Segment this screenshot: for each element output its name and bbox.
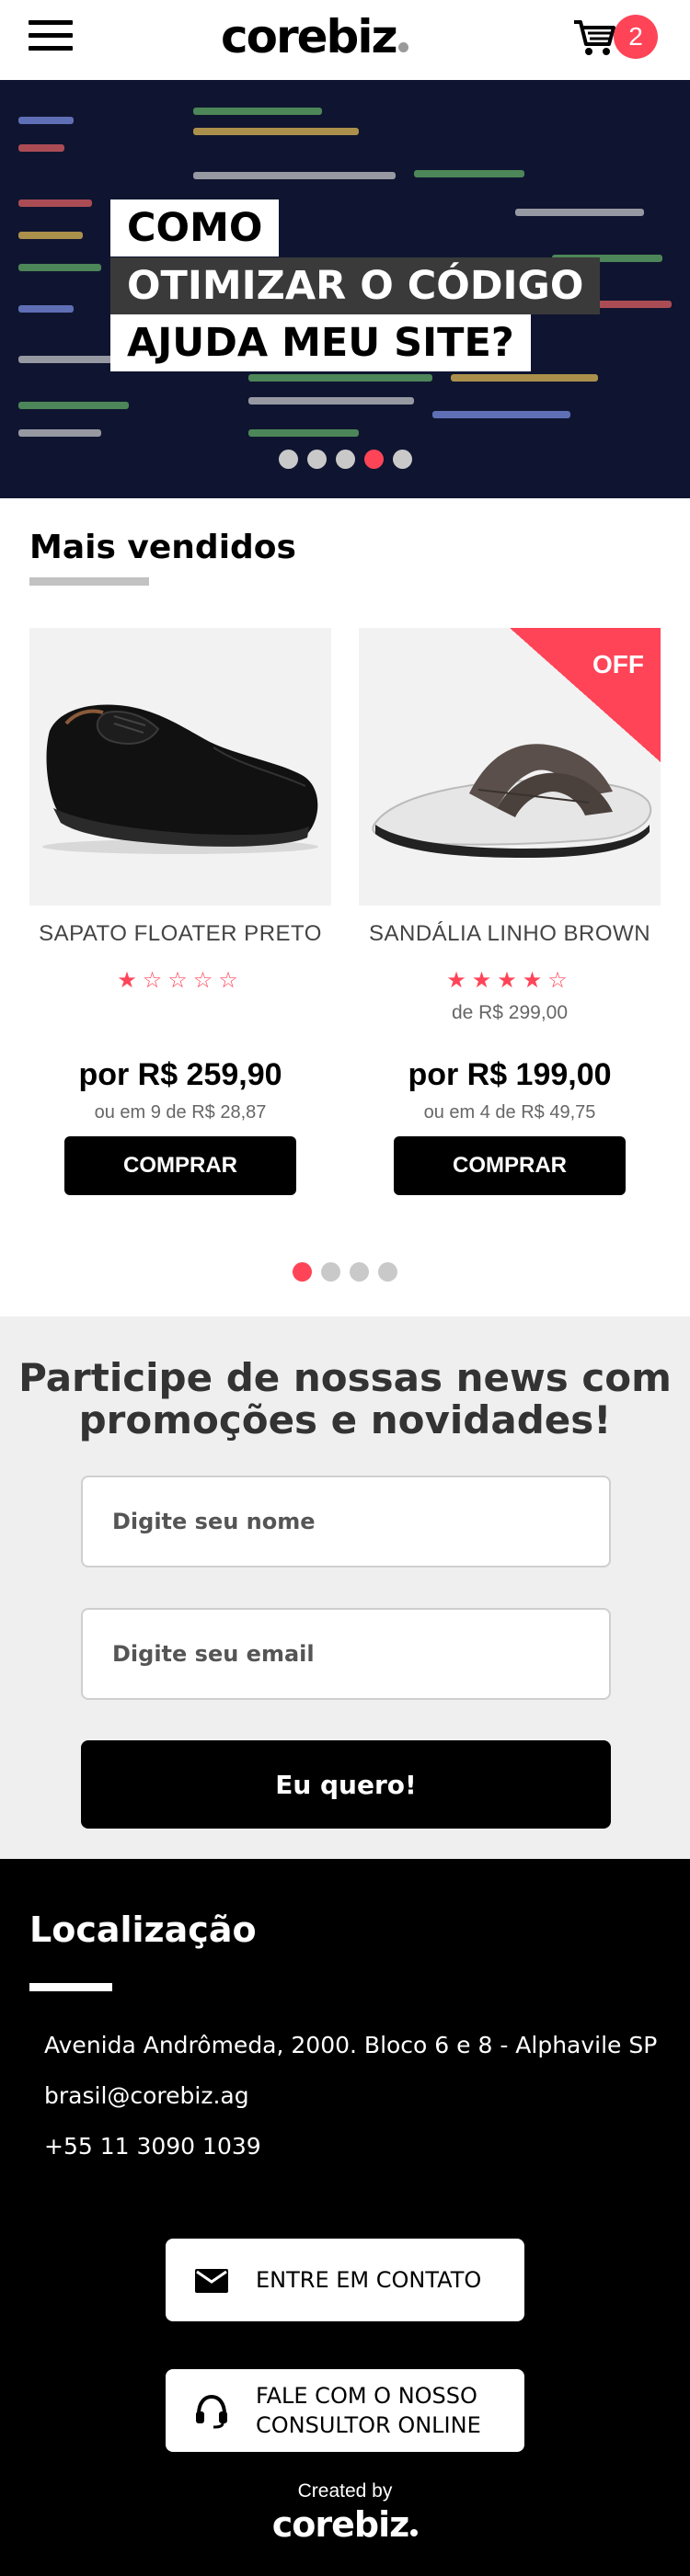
buy-button[interactable]: COMPRAR [64, 1136, 296, 1195]
hero-dot[interactable] [278, 450, 298, 469]
footer-address: Avenida Andrômeda, 2000. Bloco 6 e 8 - A… [44, 2032, 658, 2058]
product-image[interactable]: OFF [359, 628, 661, 906]
hero-title-line-1: COMO [110, 199, 280, 256]
hero-title-line-3: AJUDA MEU SITE? [110, 314, 531, 371]
created-by-text: Created by [297, 2480, 393, 2502]
section-title: Mais vendidos [29, 529, 296, 566]
logo[interactable]: corebiz [221, 7, 408, 66]
email-input[interactable] [81, 1608, 611, 1700]
product-dot[interactable] [350, 1262, 369, 1282]
rating-stars: ★☆☆☆☆ [117, 967, 244, 993]
footer-title: Localização [29, 1909, 257, 1950]
section-title-underline [29, 577, 149, 586]
hero-dot[interactable] [392, 450, 412, 469]
footer-logo[interactable]: corebiz [0, 2504, 690, 2545]
off-badge [510, 628, 661, 762]
footer-email[interactable]: brasil@corebiz.ag [44, 2082, 249, 2109]
hero-title-line-2: OTIMIZAR O CÓDIGO [110, 257, 601, 314]
product-installments: ou em 9 de R$ 28,87 [94, 1102, 267, 1123]
hero-carousel-dots [0, 450, 690, 470]
product-image[interactable] [29, 628, 331, 906]
product-dot[interactable] [321, 1262, 340, 1282]
product-dot-active[interactable] [293, 1262, 312, 1282]
footer-phone[interactable]: +55 11 3090 1039 [44, 2133, 261, 2160]
hero-dot[interactable] [335, 450, 355, 469]
footer: Localização Avenida Andrômeda, 2000. Blo… [0, 1859, 690, 2576]
product-price: por R$ 259,90 [78, 1057, 282, 1092]
consultant-button[interactable]: FALE COM O NOSSO CONSULTOR ONLINE [166, 2369, 524, 2452]
product-old-price: de R$ 299,00 [451, 1002, 569, 1023]
product-carousel-dots [0, 1262, 690, 1282]
rating-stars: ★★★★☆ [446, 967, 573, 993]
hero-dot[interactable] [306, 450, 327, 469]
consultant-button-label: FALE COM O NOSSO CONSULTOR ONLINE [256, 2383, 481, 2438]
headset-icon [196, 2394, 227, 2429]
hero-banner[interactable]: COMO OTIMIZAR O CÓDIGO AJUDA MEU SITE? [0, 80, 690, 498]
product-card[interactable]: OFF SANDÁLIA LINHO BROWN ★★★★☆ de R$ 299… [359, 628, 661, 1195]
product-price: por R$ 199,00 [408, 1057, 612, 1092]
menu-icon[interactable] [29, 20, 73, 51]
subscribe-button[interactable]: Eu quero! [81, 1740, 611, 1829]
newsletter-section: Participe de nossas news com promoções e… [0, 1316, 690, 1859]
product-name[interactable]: SAPATO FLOATER PRETO [29, 921, 331, 947]
shoe-image [42, 704, 318, 854]
product-installments: ou em 4 de R$ 49,75 [423, 1102, 596, 1123]
product-name[interactable]: SANDÁLIA LINHO BROWN [359, 921, 661, 947]
header: corebiz 2 [0, 0, 690, 80]
contact-button[interactable]: ENTRE EM CONTATO [166, 2239, 524, 2321]
hero-dot-active[interactable] [363, 450, 384, 469]
cart-icon[interactable] [572, 17, 616, 57]
newsletter-title: Participe de nossas news com promoções e… [18, 1355, 672, 1442]
cart-count-badge[interactable]: 2 [614, 15, 658, 59]
product-card[interactable]: SAPATO FLOATER PRETO ★☆☆☆☆ por R$ 259,90… [29, 628, 331, 1195]
name-input[interactable] [81, 1476, 611, 1567]
product-dot[interactable] [378, 1262, 397, 1282]
off-badge-label: OFF [592, 650, 644, 678]
contact-button-label: ENTRE EM CONTATO [256, 2267, 482, 2293]
footer-title-underline [29, 1983, 112, 1991]
buy-button[interactable]: COMPRAR [394, 1136, 626, 1195]
product-old-price [29, 1002, 331, 1028]
mail-icon [195, 2269, 228, 2293]
